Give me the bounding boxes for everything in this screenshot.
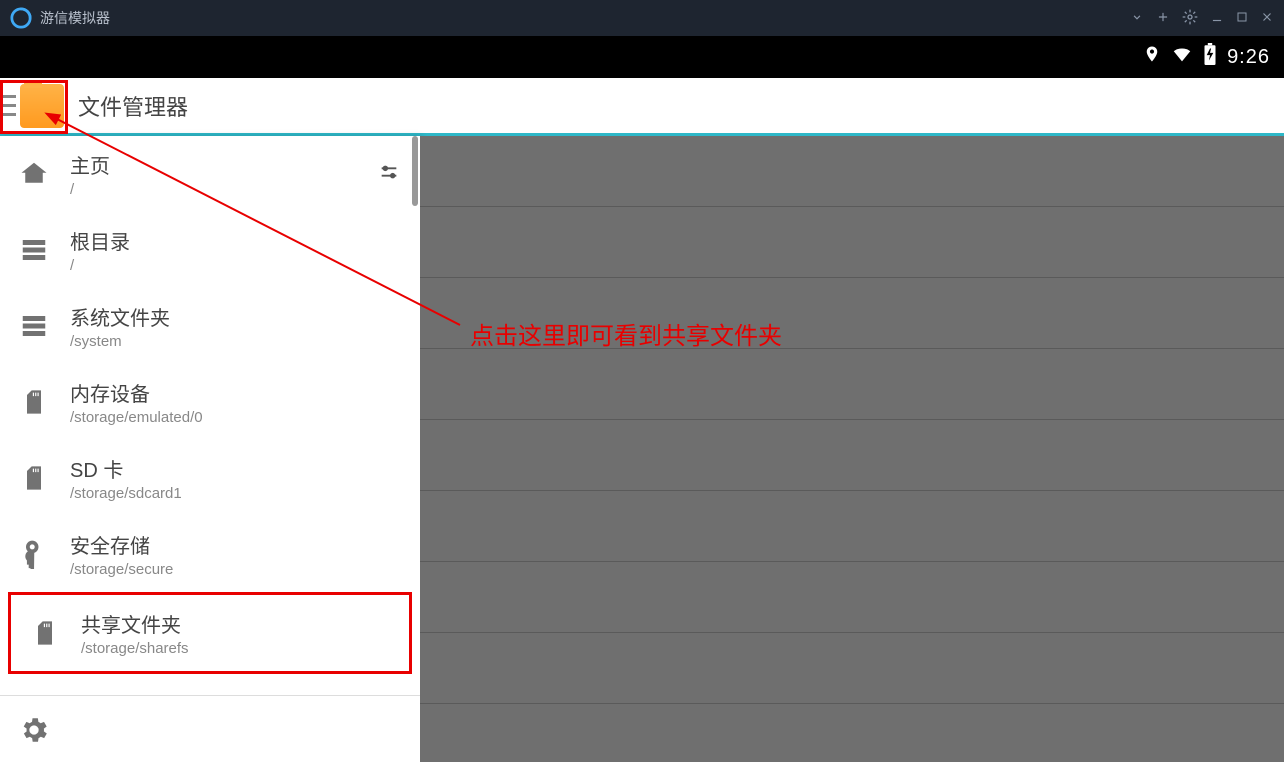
sdcard-icon [29, 617, 61, 649]
sidebar-item-path: / [70, 181, 358, 198]
highlight-shared-folder: 共享文件夹 /storage/sharefs [8, 592, 412, 674]
list-item[interactable] [420, 207, 1284, 278]
sidebar-scrollbar[interactable] [412, 136, 418, 583]
sidebar-item-label: 根目录 [70, 226, 402, 255]
sidebar-item-label: 主页 [70, 150, 358, 179]
android-statusbar: 9:26 [0, 36, 1284, 78]
sidebar-item-path: /storage/sdcard1 [70, 485, 402, 502]
content-area [420, 136, 1284, 762]
maximize-icon[interactable] [1236, 10, 1248, 26]
sidebar-item-label: SD 卡 [70, 454, 402, 483]
close-icon[interactable] [1260, 10, 1274, 27]
sidebar-item-path: /storage/emulated/0 [70, 409, 402, 426]
sidebar-item-system[interactable]: 系统文件夹 /system [0, 288, 420, 364]
sdcard-icon [18, 386, 50, 418]
home-icon [18, 158, 50, 190]
sidebar-item-home[interactable]: 主页 / [0, 136, 420, 212]
sidebar-item-path: /storage/sharefs [81, 640, 391, 657]
sidebar-item-root[interactable]: 根目录 / [0, 212, 420, 288]
battery-icon [1203, 43, 1217, 71]
list-item[interactable] [420, 491, 1284, 562]
emulator-window-controls [1130, 9, 1274, 28]
sdcard-icon [18, 462, 50, 494]
sidebar-item-sharefs[interactable]: 共享文件夹 /storage/sharefs [11, 595, 409, 671]
sidebar-item-path: /storage/secure [70, 561, 402, 578]
location-icon [1143, 45, 1161, 69]
sidebar-footer [0, 695, 420, 762]
app-title: 文件管理器 [78, 90, 188, 122]
sidebar-item-label: 安全存储 [70, 530, 402, 559]
sidebar-item-path: / [70, 257, 402, 274]
sidebar-item-path: /system [70, 333, 402, 350]
pin-icon[interactable] [1156, 10, 1170, 27]
sidebar-item-label: 共享文件夹 [81, 609, 391, 638]
dropdown-icon[interactable] [1130, 10, 1144, 27]
storage-icon [18, 234, 50, 266]
list-item[interactable] [420, 633, 1284, 704]
navigation-drawer: 主页 / 根目录 / 系统文件夹 /system [0, 136, 420, 762]
storage-icon [18, 310, 50, 342]
sidebar-item-secure[interactable]: 安全存储 /storage/secure [0, 516, 420, 592]
sidebar-item-sdcard[interactable]: SD 卡 /storage/sdcard1 [0, 440, 420, 516]
adjust-icon[interactable] [378, 161, 402, 188]
sidebar-item-label: 内存设备 [70, 378, 402, 407]
folder-icon [20, 84, 64, 128]
minimize-icon[interactable] [1210, 10, 1224, 27]
emulator-logo-icon [10, 7, 32, 29]
emulator-title: 游信模拟器 [40, 8, 110, 28]
list-item[interactable] [420, 420, 1284, 491]
wifi-icon [1171, 43, 1193, 71]
emulator-titlebar: 游信模拟器 [0, 0, 1284, 36]
app-toolbar: 文件管理器 [0, 78, 1284, 136]
list-item[interactable] [420, 562, 1284, 633]
sidebar-item-label: 系统文件夹 [70, 302, 402, 331]
key-icon [18, 538, 50, 570]
gear-icon[interactable] [1182, 9, 1198, 28]
statusbar-time: 9:26 [1227, 46, 1270, 69]
list-item[interactable] [420, 278, 1284, 349]
list-item[interactable] [420, 349, 1284, 420]
hamburger-icon[interactable] [2, 84, 16, 128]
list-item[interactable] [420, 136, 1284, 207]
gear-icon[interactable] [18, 714, 48, 744]
sidebar-item-internal-storage[interactable]: 内存设备 /storage/emulated/0 [0, 364, 420, 440]
